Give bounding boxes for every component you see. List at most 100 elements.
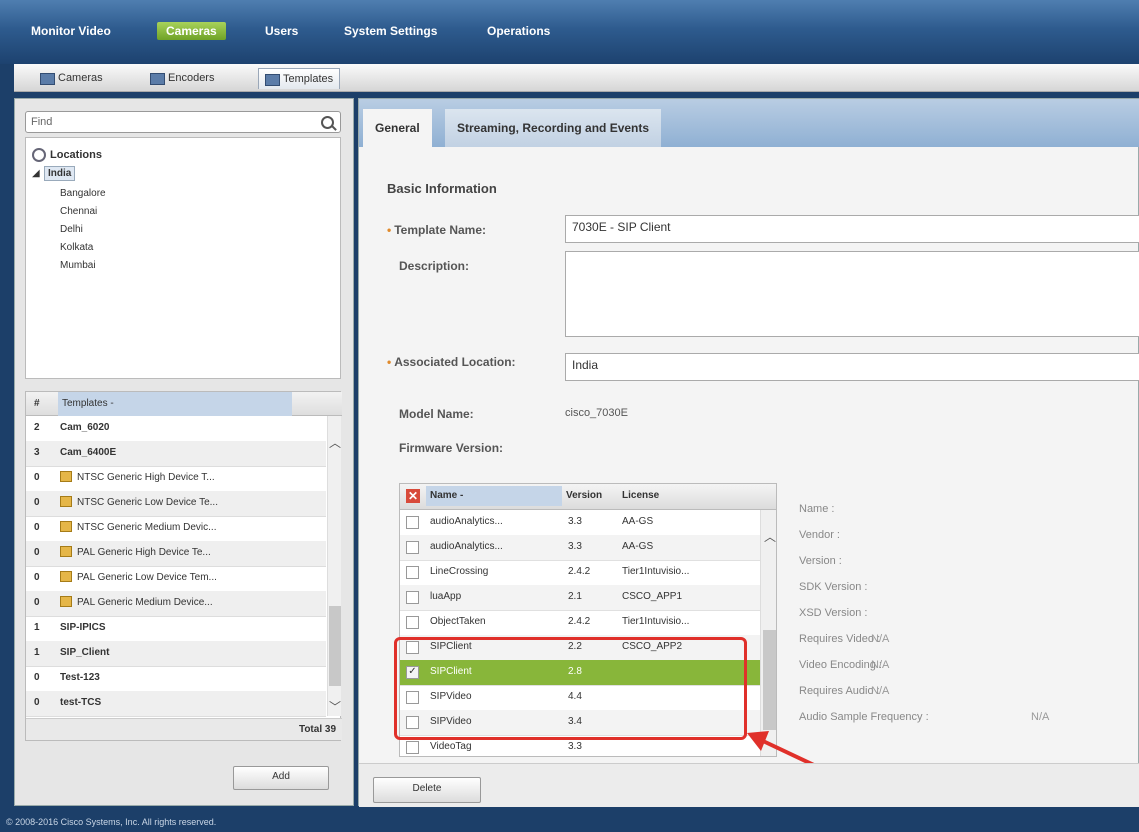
row-checkbox[interactable] [406,616,419,629]
scroll-down-icon[interactable]: ﹀ [329,698,341,715]
app-version: 3.3 [568,541,582,552]
app-row[interactable]: audioAnalytics... 3.3 AA-GS [400,535,760,561]
row-checkbox[interactable] [406,591,419,604]
app-row[interactable]: audioAnalytics... 3.3 AA-GS [400,510,760,536]
template-row[interactable]: 0 test-TCS [26,691,326,717]
prop-version-label: Version : [799,555,842,567]
template-count: 0 [34,522,40,533]
template-count: 0 [34,672,40,683]
find-input[interactable]: Find [25,111,341,133]
template-name-label: • Template Name: [387,223,487,237]
app-row[interactable]: LineCrossing 2.4.2 Tier1Intuvisio... [400,560,760,586]
prop-requires-video-value: N/A [871,633,890,645]
description-label: Description: [399,259,470,273]
lock-icon [60,520,72,532]
scroll-up-icon[interactable]: ︿ [329,434,341,451]
row-checkbox[interactable] [406,516,419,529]
app-license: CSCO_APP1 [622,591,683,602]
app-name: LineCrossing [430,566,489,577]
nav-tab-operations[interactable]: Operations [478,22,559,40]
apps-scrollbar[interactable]: ︿ [760,510,776,756]
template-row[interactable]: 0 Test-123 [26,666,326,692]
tree-item-mumbai[interactable]: Mumbai [60,260,96,271]
prop-audio-sample-frequency-value: N/A [1031,711,1050,723]
tree-item-india[interactable]: India [44,166,76,181]
column-count-header: # [34,398,40,409]
template-name: SIP_Client [60,647,110,658]
column-version-header[interactable]: Version [566,486,602,506]
tree-root[interactable]: Locations [32,148,102,162]
scrollbar-thumb[interactable] [763,630,776,730]
tree-item-kolkata[interactable]: Kolkata [60,242,93,253]
template-count: 0 [34,697,40,708]
template-row[interactable]: 0 PAL Generic Medium Device... [26,591,326,617]
template-row[interactable]: 0 NTSC Generic High Device T... [26,466,326,492]
app-version: 2.4.2 [568,566,591,577]
template-row[interactable]: 3 Cam_6400E [26,441,326,467]
column-templates-header[interactable]: Templates - [58,392,292,416]
subtab-templates[interactable]: Templates [258,68,341,89]
template-row[interactable]: 0 PAL Generic Low Device Tem... [26,566,326,592]
template-row[interactable]: 1 SIP_Client [26,641,326,667]
nav-tab-cameras[interactable]: Cameras [157,22,226,40]
subtab-encoders[interactable]: Encoders [144,68,220,88]
template-row[interactable]: 0 NTSC Generic Low Device Te... [26,491,326,517]
template-count: 1 [34,647,40,658]
firmware-version-label: Firmware Version: [399,441,504,455]
nav-tab-monitor-video[interactable]: Monitor Video [22,22,120,40]
tab-general[interactable]: General [363,109,432,147]
delete-button[interactable]: Delete [373,777,481,803]
lock-icon [60,470,72,482]
scrollbar-thumb[interactable] [329,606,341,686]
prop-name-label: Name : [799,503,835,515]
encoder-icon [150,73,165,85]
template-name: NTSC Generic Medium Devic... [77,522,217,533]
camera-icon [40,73,55,85]
description-textarea[interactable] [565,251,1139,337]
template-count: 0 [34,497,40,508]
row-checkbox[interactable] [406,566,419,579]
template-name: Cam_6400E [60,447,117,458]
location-input[interactable]: India [565,353,1139,381]
template-count: 0 [34,472,40,483]
template-row[interactable]: 0 NTSC Generic Medium Devic... [26,516,326,542]
app-license: AA-GS [622,541,654,552]
template-row[interactable]: 0 PAL Generic High Device Te... [26,541,326,567]
template-row[interactable]: 2 Cam_6020 [26,416,326,442]
prop-requires-video-label: Requires Video : [799,633,881,645]
templates-total: Total 39 [26,718,342,740]
add-button[interactable]: Add [233,766,329,790]
nav-tab-users[interactable]: Users [256,22,307,40]
nav-tab-system-settings[interactable]: System Settings [335,22,446,40]
app-row[interactable]: ObjectTaken 2.4.2 Tier1Intuvisio... [400,610,760,636]
detail-tabbar: General Streaming, Recording and Events [359,99,1139,147]
templates-scrollbar[interactable]: ︿ ﹀ [327,416,341,716]
uncheck-all-icon[interactable]: ✕ [406,489,420,503]
search-icon[interactable] [321,116,334,129]
prop-vendor-label: Vendor : [799,529,840,541]
location-label: • Associated Location: [387,355,516,369]
row-checkbox[interactable] [406,541,419,554]
template-count: 0 [34,597,40,608]
tree-item-chennai[interactable]: Chennai [60,206,97,217]
row-checkbox[interactable] [406,741,419,754]
subtab-cameras[interactable]: Cameras [34,68,109,88]
template-count: 0 [34,547,40,558]
template-name: Test-123 [60,672,100,683]
scroll-up-icon[interactable]: ︿ [764,528,776,545]
app-row[interactable]: luaApp 2.1 CSCO_APP1 [400,585,760,611]
tree-item-delhi[interactable]: Delhi [60,224,83,235]
app-name: ObjectTaken [430,616,486,627]
section-title: Basic Information [387,181,497,196]
column-license-header[interactable]: License [622,486,659,506]
tree-expand-icon[interactable]: ◢ [32,168,40,179]
templates-grid-header: # Templates - [26,392,342,416]
template-name: SIP-IPICS [60,622,106,633]
tab-streaming-recording-events[interactable]: Streaming, Recording and Events [445,109,662,147]
tree-item-bangalore[interactable]: Bangalore [60,188,106,199]
sub-navigation: Cameras Encoders Templates [14,64,1139,92]
column-name-header[interactable]: Name - [426,486,562,506]
template-row[interactable]: 1 SIP-IPICS [26,616,326,642]
globe-icon [32,148,46,162]
template-name-input[interactable]: 7030E - SIP Client [565,215,1139,243]
